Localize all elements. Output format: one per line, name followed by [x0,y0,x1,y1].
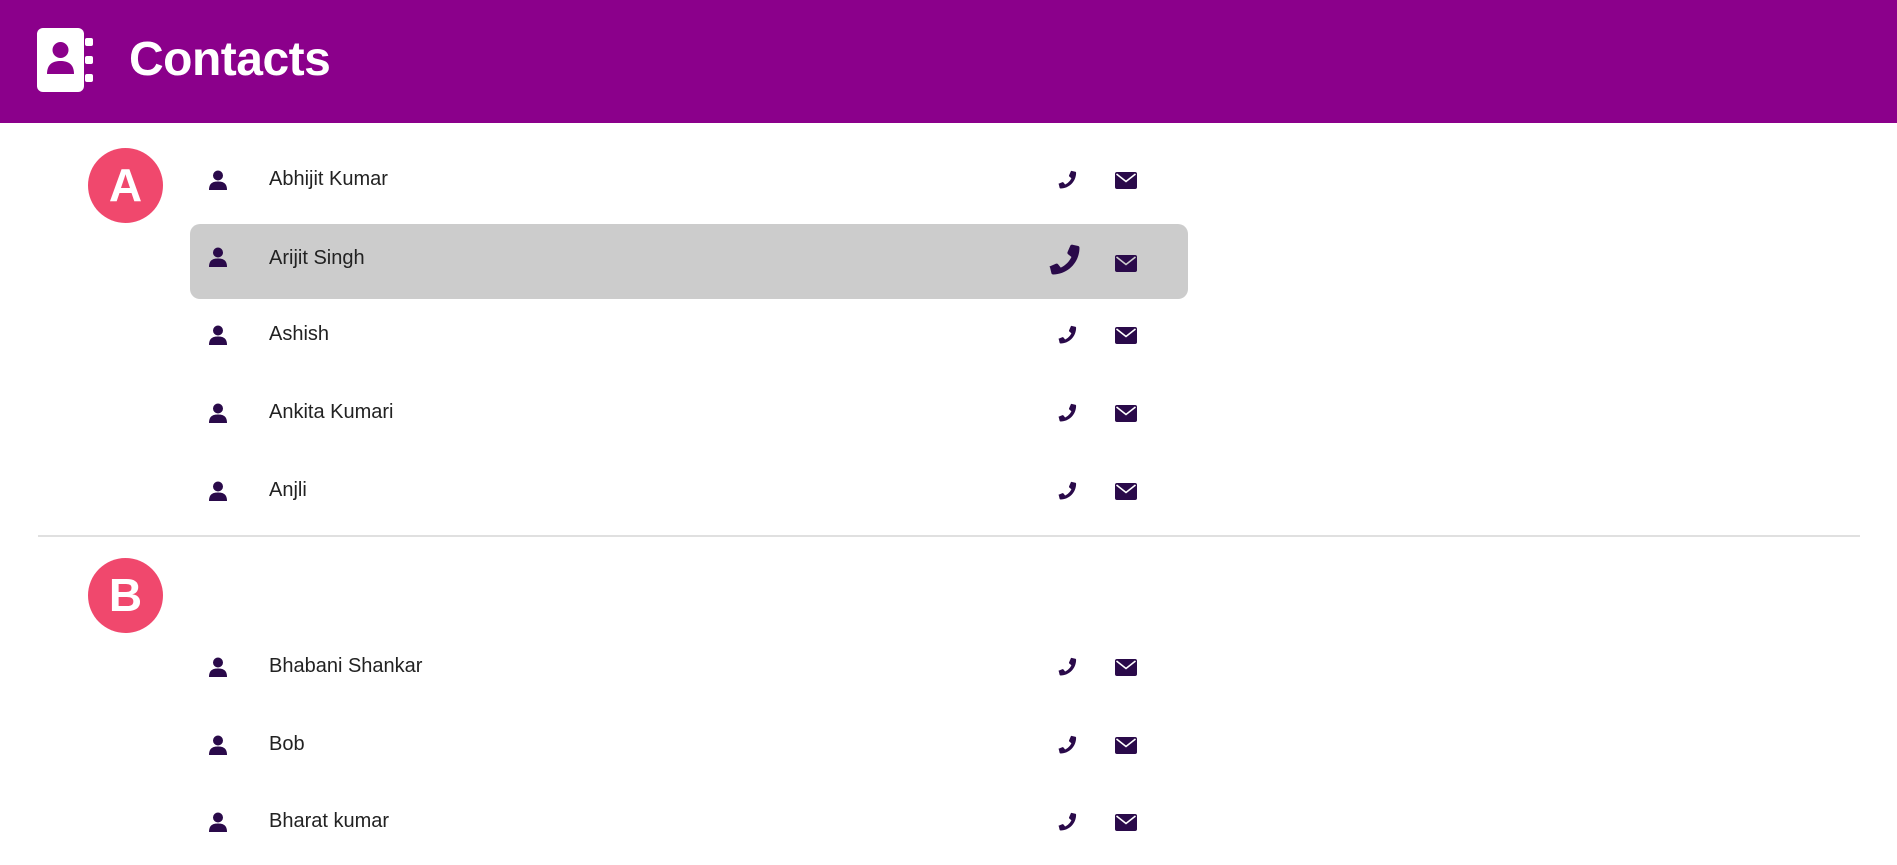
contact-name: Arijit Singh [269,247,365,269]
contact-name: Anjli [269,479,307,501]
contact-name: Ankita Kumari [269,401,394,423]
contacts-book-icon [37,28,93,92]
contact-name: Bharat kumar [269,810,390,832]
phone-icon[interactable] [1057,325,1077,345]
section-divider [38,535,1860,537]
contact-row-ankita-kumari[interactable]: Ankita Kumari [190,374,1188,449]
envelope-icon[interactable] [1115,327,1137,344]
contact-name: Ashish [269,323,330,345]
envelope-icon[interactable] [1115,659,1137,676]
phone-icon[interactable] [1057,403,1077,423]
envelope-icon[interactable] [1115,255,1137,272]
person-icon [209,325,227,345]
envelope-icon[interactable] [1115,737,1137,754]
person-icon [209,247,227,267]
phone-icon[interactable] [1057,657,1077,677]
section-letter-badge-a: A [88,148,163,223]
phone-icon[interactable] [1057,735,1077,755]
person-icon [209,170,227,190]
phone-icon[interactable] [1057,812,1077,832]
section-letter-badge-b: B [88,558,163,633]
phone-icon[interactable] [1057,481,1077,501]
contact-row-bob[interactable]: Bob [190,706,1188,781]
app-header: Contacts [0,0,1897,123]
phone-icon[interactable] [1047,243,1081,277]
envelope-icon[interactable] [1115,814,1137,831]
envelope-icon[interactable] [1115,172,1137,189]
person-icon [209,735,227,755]
person-icon [209,812,227,832]
contact-row-bhabani-shankar[interactable]: Bhabani Shankar [190,628,1188,703]
contact-row-abhijit-kumar[interactable]: Abhijit Kumar [190,141,1188,216]
phone-icon[interactable] [1057,170,1077,190]
person-icon [209,657,227,677]
envelope-icon[interactable] [1115,405,1137,422]
contact-name: Abhijit Kumar [269,168,388,190]
person-icon [209,403,227,423]
contact-name: Bhabani Shankar [269,655,423,677]
contact-row-ashish[interactable]: Ashish [190,296,1188,371]
person-icon [209,481,227,501]
contact-row-anjli[interactable]: Anjli [190,452,1188,527]
envelope-icon[interactable] [1115,483,1137,500]
contact-name: Bob [269,733,305,755]
contact-row-arijit-singh[interactable]: Arijit Singh [190,224,1188,299]
contact-row-bharat-kumar[interactable]: Bharat kumar [190,783,1188,858]
page-title: Contacts [129,33,331,86]
